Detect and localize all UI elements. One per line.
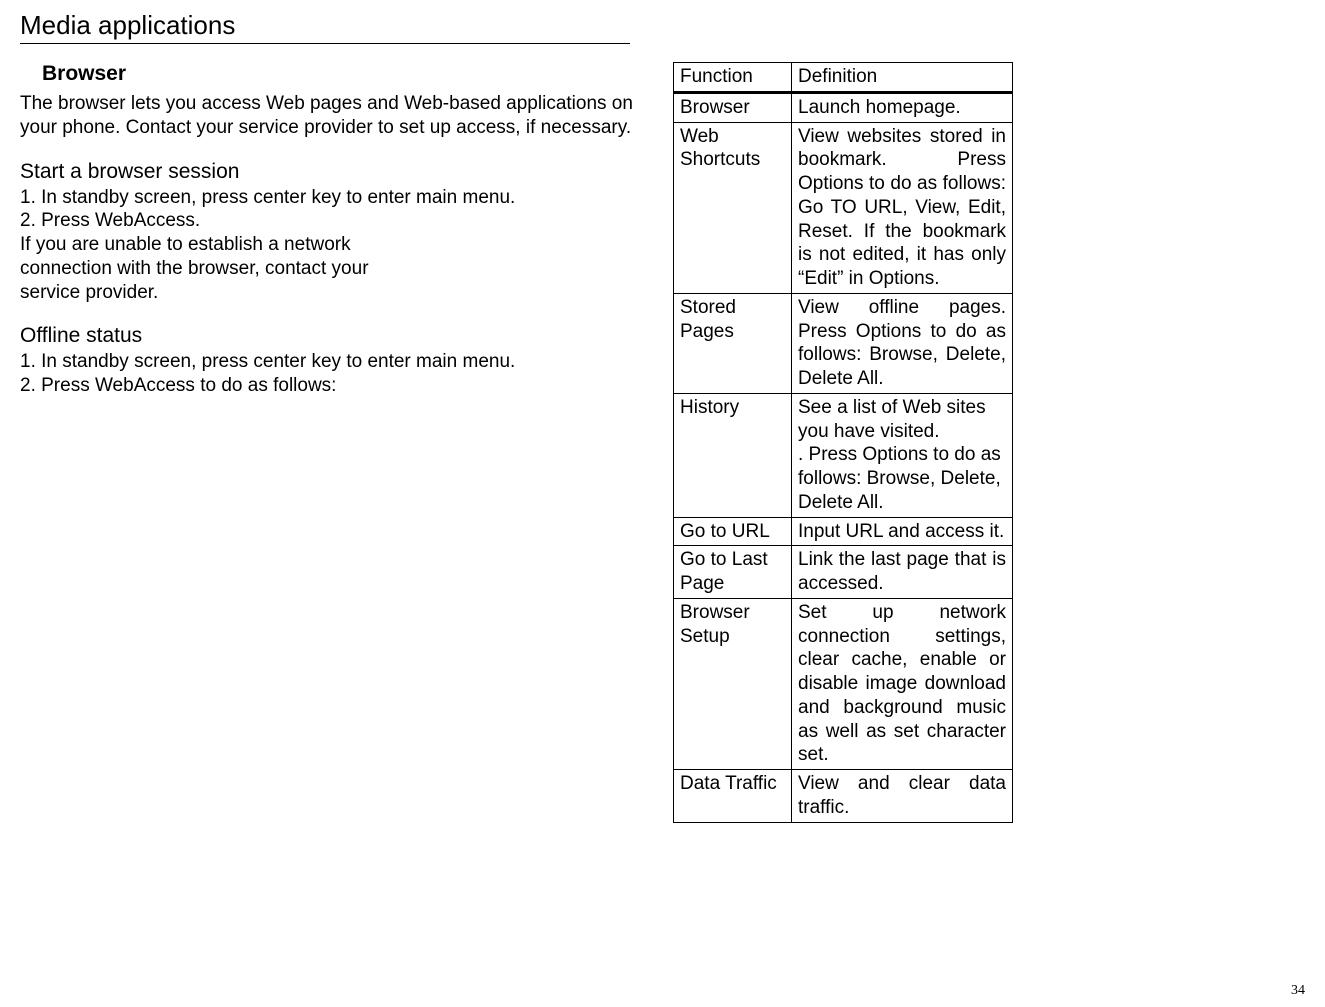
- page-number: 34: [1291, 983, 1305, 999]
- offline-status-heading: Offline status: [20, 324, 645, 348]
- table-row: Browser Launch homepage.: [674, 92, 1013, 122]
- cell-function: History: [674, 393, 792, 517]
- step-line: 2. Press WebAccess to do as follows:: [20, 374, 645, 398]
- cell-definition: View and clear data traffic.: [792, 770, 1013, 823]
- cell-definition: View websites stored in bookmark. Press …: [792, 122, 1013, 293]
- header-definition: Definition: [792, 63, 1013, 93]
- table-row: Go to URL Input URL and access it.: [674, 517, 1013, 546]
- step-line: 1. In standby screen, press center key t…: [20, 350, 645, 374]
- cell-definition: Launch homepage.: [792, 92, 1013, 122]
- start-session-steps: 1. In standby screen, press center key t…: [20, 186, 645, 305]
- table-row: History See a list of Web sites you have…: [674, 393, 1013, 517]
- step-line: service provider.: [20, 281, 645, 305]
- cell-definition: Input URL and access it.: [792, 517, 1013, 546]
- step-line: 1. In standby screen, press center key t…: [20, 186, 645, 210]
- cell-function: Browser Setup: [674, 598, 792, 769]
- step-line: If you are unable to establish a network: [20, 233, 645, 257]
- cell-function: Go to Last Page: [674, 546, 792, 599]
- cell-function: Browser: [674, 92, 792, 122]
- page-header: Media applications: [20, 10, 630, 44]
- browser-intro: The browser lets you access Web pages an…: [20, 92, 645, 140]
- step-line: connection with the browser, contact you…: [20, 257, 645, 281]
- offline-status-steps: 1. In standby screen, press center key t…: [20, 350, 645, 398]
- step-line: 2. Press WebAccess.: [20, 209, 645, 233]
- cell-function: Stored Pages: [674, 293, 792, 393]
- left-column: Browser The browser lets you access Web …: [20, 62, 645, 418]
- start-session-heading: Start a browser session: [20, 160, 645, 184]
- cell-definition: Link the last page that is accessed.: [792, 546, 1013, 599]
- right-column: Function Definition Browser Launch homep…: [673, 62, 1013, 823]
- table-header-row: Function Definition: [674, 63, 1013, 93]
- cell-definition: See a list of Web sites you have visited…: [792, 393, 1013, 517]
- table-row: Browser Setup Set up network connection …: [674, 598, 1013, 769]
- cell-definition: Set up network connection settings, clea…: [792, 598, 1013, 769]
- table-row: Go to Last Page Link the last page that …: [674, 546, 1013, 599]
- content-wrapper: Browser The browser lets you access Web …: [20, 62, 1305, 823]
- cell-function: Go to URL: [674, 517, 792, 546]
- table-row: Data Traffic View and clear data traffic…: [674, 770, 1013, 823]
- function-table: Function Definition Browser Launch homep…: [673, 62, 1013, 823]
- cell-function: Data Traffic: [674, 770, 792, 823]
- browser-title: Browser: [42, 62, 645, 86]
- cell-definition: View offline pages. Press Options to do …: [792, 293, 1013, 393]
- table-row: Web Shortcuts View websites stored in bo…: [674, 122, 1013, 293]
- cell-function: Web Shortcuts: [674, 122, 792, 293]
- table-row: Stored Pages View offline pages. Press O…: [674, 293, 1013, 393]
- header-function: Function: [674, 63, 792, 93]
